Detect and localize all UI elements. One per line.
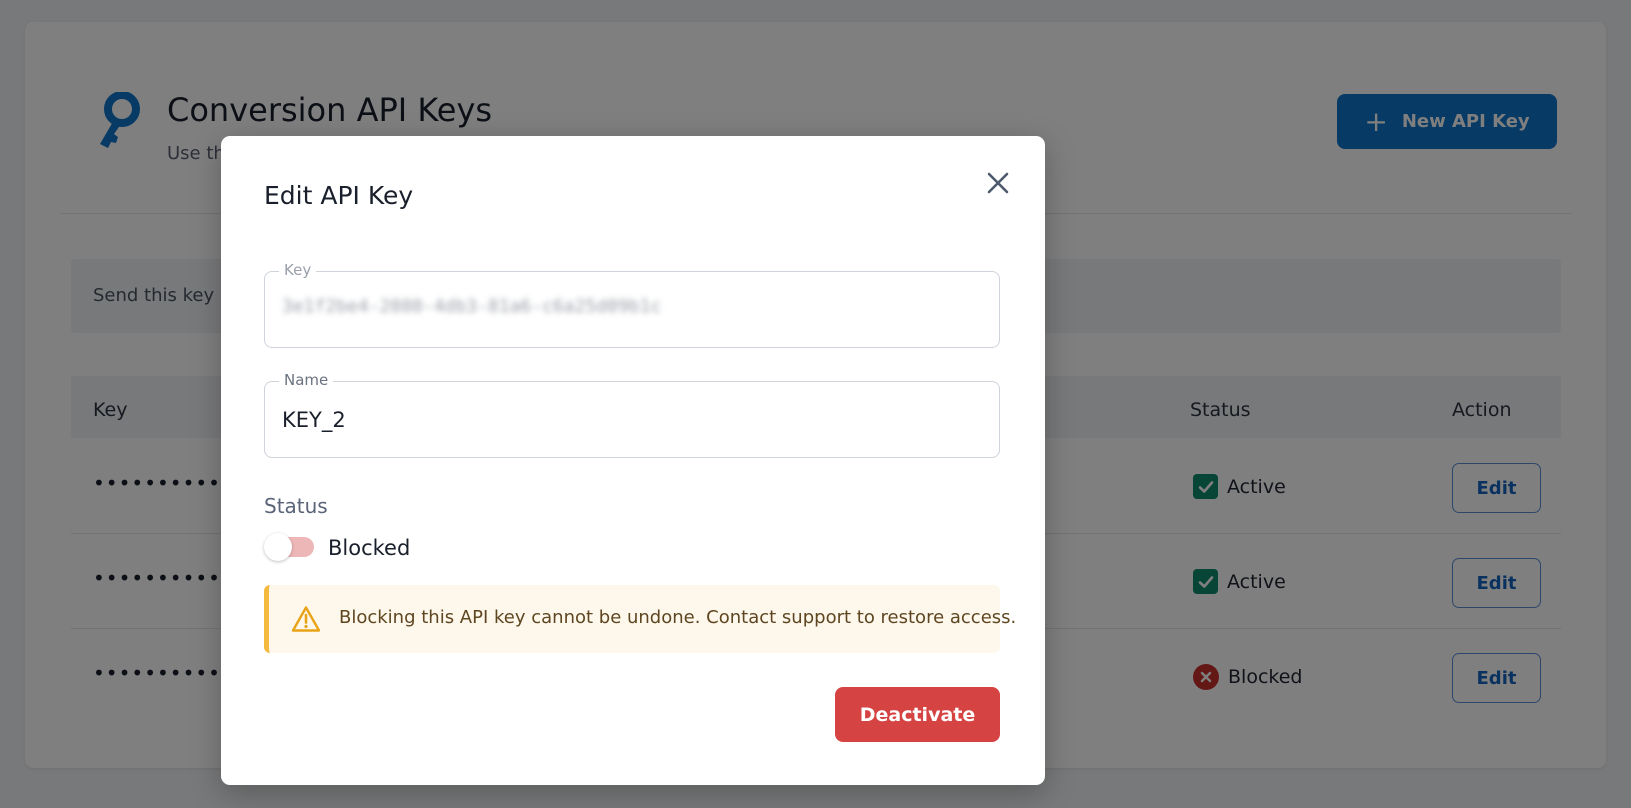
key-field[interactable]: Key 3e1f2be4-2080-4db3-81a6-c6a25d09b1c	[264, 261, 1000, 348]
close-button[interactable]	[981, 166, 1015, 200]
toggle-knob	[264, 533, 292, 561]
name-field: Name	[264, 371, 1000, 458]
warning-triangle-icon	[291, 606, 321, 632]
status-label: Status	[264, 494, 328, 518]
warning-alert: Blocking this API key cannot be undone. …	[264, 585, 1016, 653]
key-value: 3e1f2be4-2080-4db3-81a6-c6a25d09b1c	[282, 296, 662, 317]
toggle-label: Blocked	[328, 536, 411, 560]
modal-title: Edit API Key	[264, 181, 414, 210]
name-input[interactable]	[282, 404, 972, 436]
key-field-label: Key	[279, 261, 317, 279]
close-icon	[987, 172, 1009, 194]
edit-api-key-modal: Edit API Key Key 3e1f2be4-2080-4db3-81a6…	[221, 136, 1045, 785]
status-toggle[interactable]	[264, 533, 314, 561]
deactivate-button[interactable]: Deactivate	[835, 687, 1000, 742]
name-field-label: Name	[279, 371, 334, 389]
warning-text: Blocking this API key cannot be undone. …	[339, 607, 1017, 628]
